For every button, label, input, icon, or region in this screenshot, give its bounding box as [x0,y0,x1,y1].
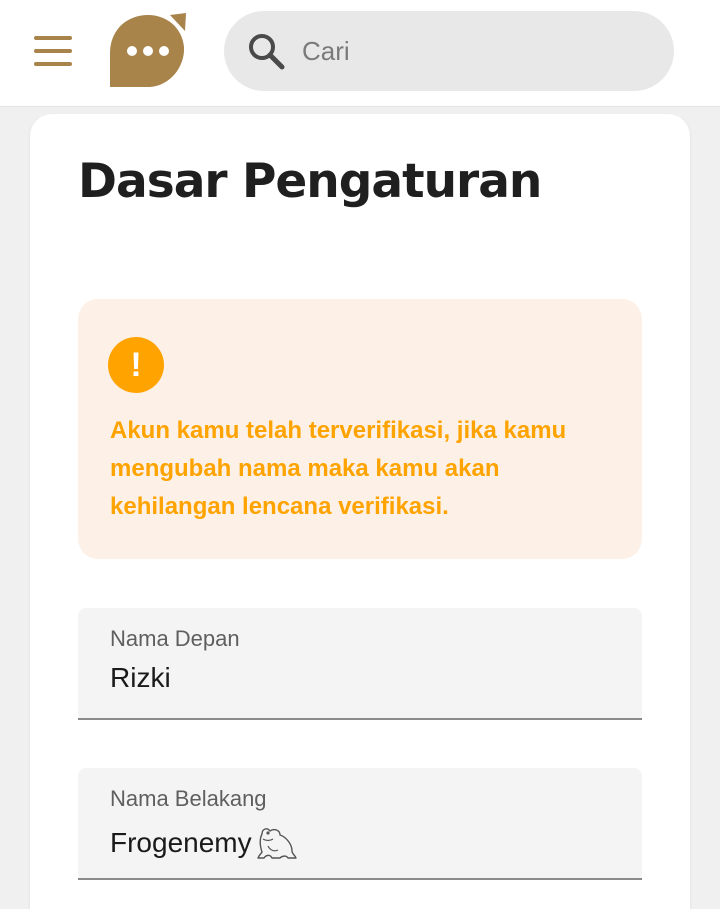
chat-bubble-logo[interactable] [108,13,188,89]
page-title: Dasar Pengaturan [78,154,542,209]
first-name-input[interactable]: Rizki [110,662,171,694]
search-input[interactable] [302,11,652,91]
last-name-input[interactable]: Frogenemy [110,824,298,862]
last-name-value: Frogenemy [110,827,252,858]
settings-card: Dasar Pengaturan ! Akun kamu telah terve… [30,114,690,909]
last-name-field[interactable]: Nama Belakang Frogenemy [78,768,642,880]
search-bar[interactable] [224,11,674,91]
top-bar [0,0,720,107]
alert-message: Akun kamu telah terverifikasi, jika kamu… [110,417,567,520]
search-icon[interactable] [246,31,286,71]
hamburger-menu-icon[interactable] [34,36,72,66]
verification-alert: ! Akun kamu telah terverifikasi, jika ka… [78,299,642,559]
last-name-label: Nama Belakang [110,786,267,811]
frog-icon [256,828,297,859]
first-name-field[interactable]: Nama Depan Rizki [78,608,642,720]
first-name-value: Rizki [110,662,171,693]
first-name-label: Nama Depan [110,626,240,651]
exclamation-icon: ! [108,337,164,393]
